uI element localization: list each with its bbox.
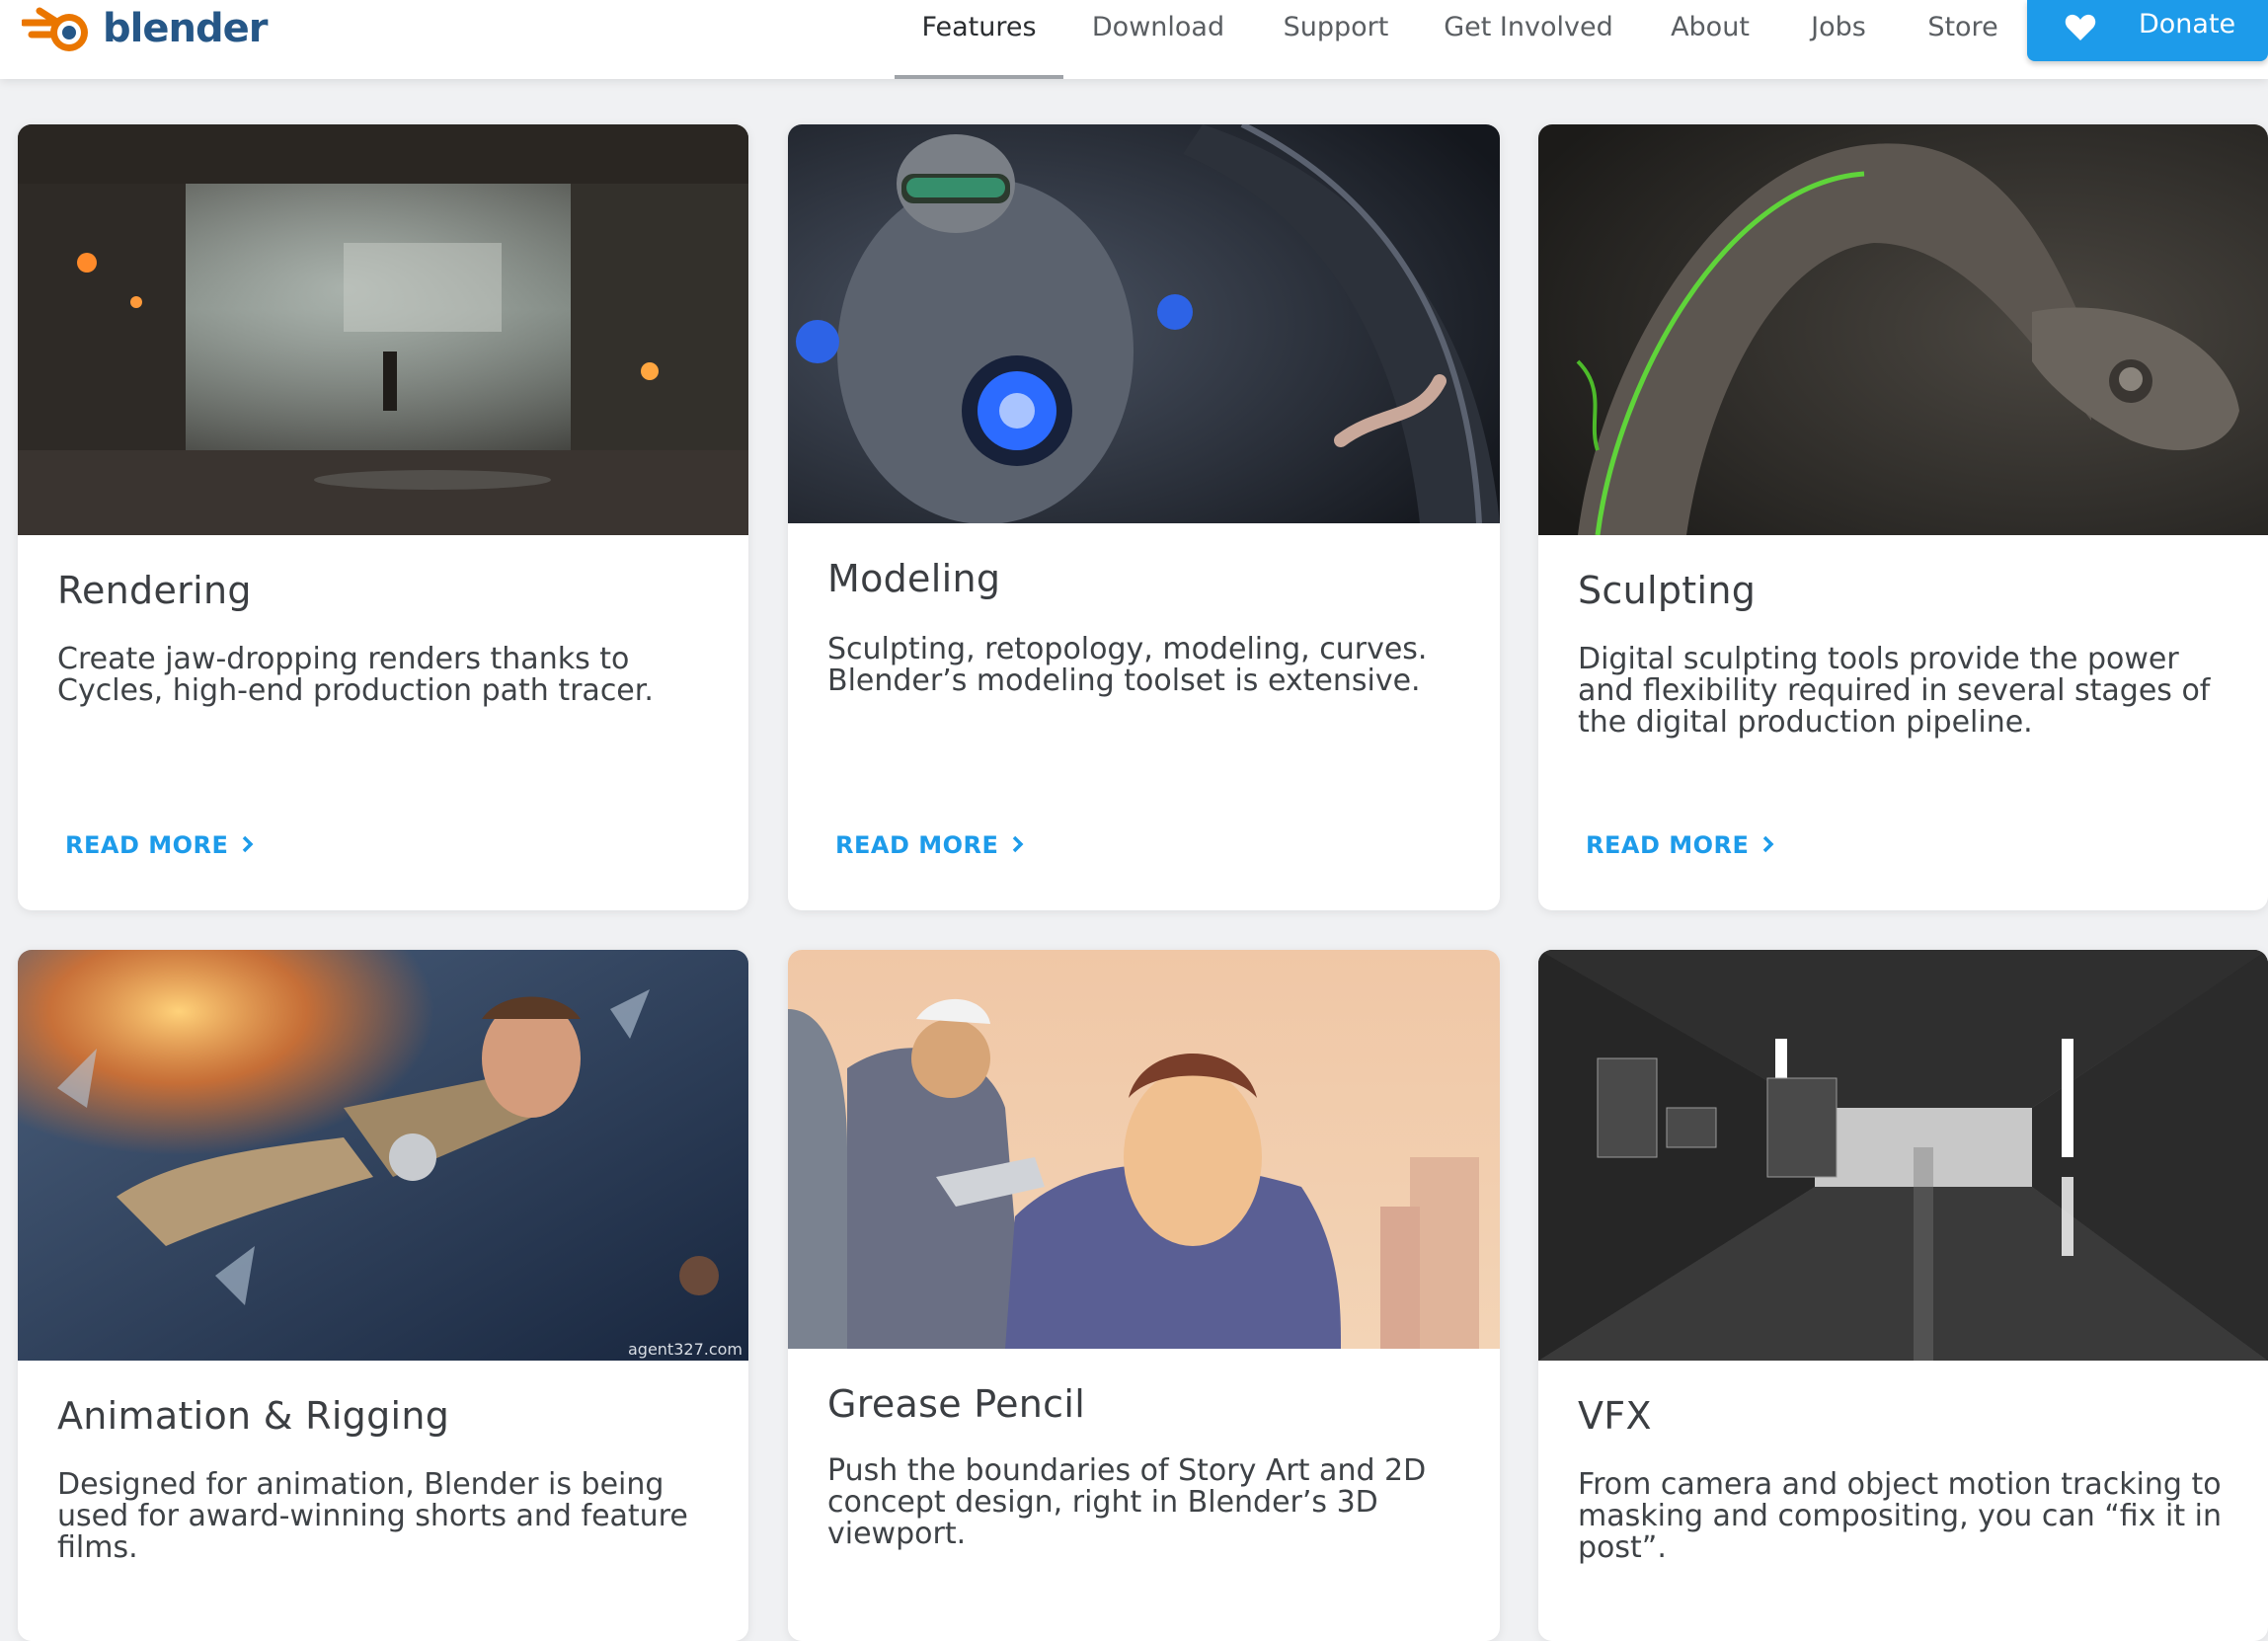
feature-card-grease-pencil[interactable]: Grease Pencil Push the boundaries of Sto… xyxy=(788,950,1500,1641)
read-more-link[interactable]: READ MORE xyxy=(835,831,1024,859)
grease-pencil-image xyxy=(788,950,1500,1349)
card-title: Grease Pencil xyxy=(827,1382,1086,1426)
donate-label: Donate xyxy=(2139,9,2236,39)
card-title: Rendering xyxy=(57,569,252,612)
modeling-image xyxy=(788,124,1500,524)
card-description: Digital sculpting tools provide the powe… xyxy=(1578,642,2211,740)
nav-get-involved[interactable]: Get Involved xyxy=(1442,0,1615,79)
chevron-right-icon xyxy=(1012,831,1024,859)
nav-about[interactable]: About xyxy=(1661,0,1760,79)
rendering-image xyxy=(18,124,748,535)
animation-image: agent327.com xyxy=(18,950,748,1361)
nav-support[interactable]: Support xyxy=(1269,0,1403,79)
nav-jobs[interactable]: Jobs xyxy=(1803,0,1874,79)
card-title: Modeling xyxy=(827,557,1001,600)
image-credit: agent327.com xyxy=(627,1340,743,1359)
read-more-link[interactable]: READ MORE xyxy=(65,831,254,859)
card-title: Sculpting xyxy=(1578,569,1757,612)
sculpting-image xyxy=(1538,124,2268,536)
feature-card-animation-rigging[interactable]: agent327.com Animation & Rigging Designe… xyxy=(18,950,748,1641)
card-description: Sculpting, retopology, modeling, curves.… xyxy=(827,632,1428,698)
read-more-label: READ MORE xyxy=(65,831,229,859)
card-description: Create jaw-dropping renders thanks to Cy… xyxy=(57,642,654,708)
donate-button[interactable]: Donate xyxy=(2027,0,2268,61)
feature-card-vfx[interactable]: VFX From camera and object motion tracki… xyxy=(1538,950,2268,1641)
nav-features[interactable]: Features xyxy=(895,0,1063,79)
site-header: blender Features Download Support Get In… xyxy=(0,0,2268,79)
feature-card-sculpting[interactable]: Sculpting Digital sculpting tools provid… xyxy=(1538,124,2268,910)
read-more-label: READ MORE xyxy=(835,831,999,859)
feature-card-modeling[interactable]: Modeling Sculpting, retopology, modeling… xyxy=(788,124,1500,910)
card-description: Designed for animation, Blender is being… xyxy=(57,1467,688,1565)
feature-card-rendering[interactable]: Rendering Create jaw-dropping renders th… xyxy=(18,124,748,910)
read-more-label: READ MORE xyxy=(1586,831,1750,859)
vfx-image xyxy=(1538,950,2268,1361)
heart-icon xyxy=(2065,14,2096,48)
card-description: From camera and object motion tracking t… xyxy=(1578,1467,2222,1565)
main-nav: Features Download Support Get Involved A… xyxy=(0,0,2268,79)
nav-download[interactable]: Download xyxy=(1084,0,1232,79)
card-description: Push the boundaries of Story Art and 2D … xyxy=(827,1453,1427,1551)
card-title: VFX xyxy=(1578,1394,1652,1438)
chevron-right-icon xyxy=(1762,831,1774,859)
card-title: Animation & Rigging xyxy=(57,1394,450,1438)
chevron-right-icon xyxy=(242,831,254,859)
read-more-link[interactable]: READ MORE xyxy=(1586,831,1774,859)
nav-store[interactable]: Store xyxy=(1923,0,2002,79)
